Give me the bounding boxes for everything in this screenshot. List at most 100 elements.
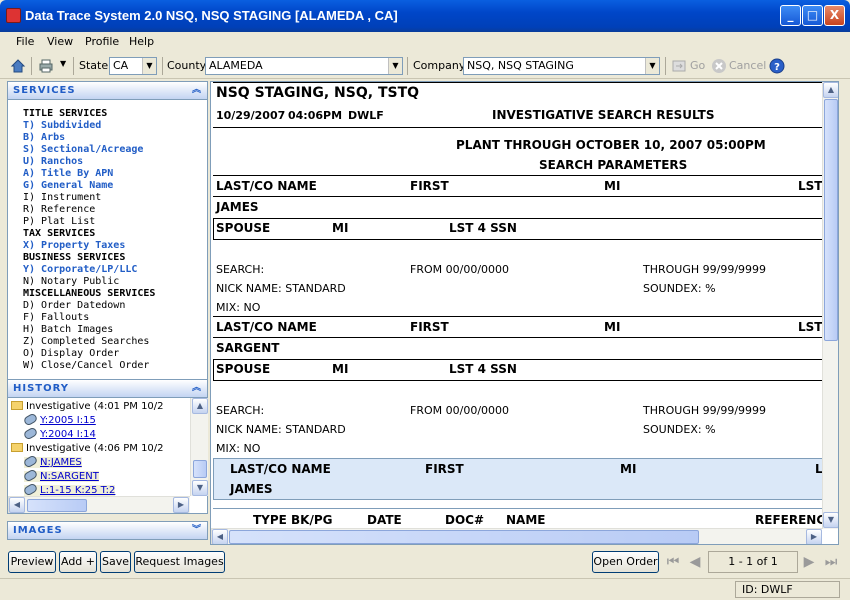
save-button[interactable]: Save: [100, 551, 131, 573]
preview-button[interactable]: Preview: [8, 551, 56, 573]
state-select[interactable]: CA ▼: [109, 57, 157, 75]
chevron-down-icon[interactable]: ▼: [388, 58, 402, 74]
service-item[interactable]: A) Title By APN: [23, 168, 113, 180]
link-icon: [22, 454, 39, 469]
prev-page-icon[interactable]: ◀: [686, 553, 704, 571]
add-button[interactable]: Add +: [59, 551, 97, 573]
service-item[interactable]: S) Sectional/Acreage: [23, 144, 143, 156]
history-hscrollbar[interactable]: ◀ ▶: [8, 496, 190, 513]
print-dropdown-icon[interactable]: ▼: [60, 59, 66, 68]
history-link[interactable]: Y:2005 I:15: [22, 412, 96, 427]
svg-text:?: ?: [774, 62, 780, 73]
scroll-right-icon[interactable]: ▶: [806, 529, 822, 544]
col-last-name: LAST/CO NAME: [216, 179, 317, 193]
collapse-icon[interactable]: ︽: [192, 380, 202, 397]
result-group-header[interactable]: LAST/CO NAME FIRST MI L JAMES: [213, 458, 823, 500]
window-title: Data Trace System 2.0 NSQ, NSQ STAGING […: [25, 8, 398, 23]
help-icon[interactable]: ?: [769, 58, 785, 74]
service-item[interactable]: O) Display Order: [23, 348, 119, 360]
history-folder[interactable]: Investigative (4:01 PM 10/2: [11, 401, 164, 412]
history-tree: Investigative (4:01 PM 10/2 Y:2005 I:15 Y:…: [7, 398, 208, 514]
service-item[interactable]: G) General Name: [23, 180, 113, 192]
scroll-up-icon[interactable]: ▲: [823, 82, 838, 98]
last-page-icon[interactable]: ⏭: [822, 553, 840, 571]
divider: [213, 359, 823, 360]
scroll-left-icon[interactable]: ◀: [9, 497, 25, 513]
expand-icon[interactable]: ︾: [192, 522, 202, 539]
col-lst: LST: [798, 320, 823, 334]
images-header[interactable]: IMAGES ︾: [7, 521, 208, 540]
scroll-right-icon[interactable]: ▶: [173, 497, 189, 513]
close-button[interactable]: X: [824, 5, 845, 26]
history-link[interactable]: Y:2004 I:14: [22, 426, 96, 441]
collapse-icon[interactable]: ︽: [192, 82, 202, 99]
county-select[interactable]: ALAMEDA ▼: [205, 57, 403, 75]
title-bar[interactable]: Data Trace System 2.0 NSQ, NSQ STAGING […: [0, 0, 850, 32]
chevron-down-icon[interactable]: ▼: [142, 58, 156, 74]
open-order-button[interactable]: Open Order: [592, 551, 659, 573]
history-vscrollbar[interactable]: ▲ ▼: [190, 398, 208, 496]
scroll-thumb[interactable]: [27, 499, 87, 512]
service-item[interactable]: Y) Corporate/LP/LLC: [23, 264, 137, 276]
chevron-down-icon[interactable]: ▼: [645, 58, 659, 74]
service-item[interactable]: T) Subdivided: [23, 120, 101, 132]
report-vscrollbar[interactable]: ▲ ▼: [822, 82, 838, 529]
scroll-down-icon[interactable]: ▼: [823, 512, 838, 528]
col-spouse-mi: MI: [332, 221, 349, 235]
company-select[interactable]: NSQ, NSQ STAGING ▼: [463, 57, 660, 75]
scroll-thumb[interactable]: [193, 460, 207, 478]
history-header[interactable]: HISTORY ︽: [7, 379, 208, 398]
service-item[interactable]: D) Order Datedown: [23, 300, 125, 312]
page-indicator: 1 - 1 of 1: [708, 551, 798, 573]
divider: [213, 218, 823, 219]
service-item[interactable]: B) Arbs: [23, 132, 65, 144]
nick-name: NICK NAME: STANDARD: [216, 282, 346, 295]
scroll-thumb[interactable]: [229, 530, 699, 544]
service-item[interactable]: I) Instrument: [23, 192, 101, 204]
col-reference: REFERENC: [755, 513, 826, 527]
menu-help[interactable]: Help: [129, 35, 154, 48]
menu-profile[interactable]: Profile: [85, 35, 119, 48]
history-link[interactable]: L:1-15 K:25 T:2: [22, 482, 116, 497]
print-icon[interactable]: [38, 58, 54, 74]
next-page-icon[interactable]: ▶: [800, 553, 818, 571]
col-lst: LST: [798, 179, 823, 193]
scroll-left-icon[interactable]: ◀: [212, 529, 228, 544]
cancel-button[interactable]: Cancel: [729, 59, 766, 72]
service-item[interactable]: U) Ranchos: [23, 156, 83, 168]
col-bkpg: BK/PG: [291, 513, 333, 527]
service-item[interactable]: Z) Completed Searches: [23, 336, 149, 348]
service-item[interactable]: P) Plat List: [23, 216, 95, 228]
service-item[interactable]: F) Fallouts: [23, 312, 89, 324]
divider: [213, 239, 823, 240]
service-item[interactable]: H) Batch Images: [23, 324, 113, 336]
services-header[interactable]: SERVICES ︽: [7, 81, 208, 100]
go-button[interactable]: Go: [690, 59, 705, 72]
col-name: NAME: [506, 513, 546, 527]
menu-file[interactable]: File: [16, 35, 34, 48]
history-link[interactable]: N:JAMES: [22, 454, 82, 469]
first-page-icon[interactable]: ⏮: [664, 553, 682, 571]
request-images-button[interactable]: Request Images: [134, 551, 225, 573]
search-parameters-title: SEARCH PARAMETERS: [539, 158, 688, 172]
scroll-up-icon[interactable]: ▲: [192, 398, 208, 414]
toolbar-separator: [407, 57, 408, 75]
service-item[interactable]: R) Reference: [23, 204, 95, 216]
col-spouse-mi: MI: [332, 362, 349, 376]
service-item[interactable]: W) Close/Cancel Order: [23, 360, 149, 372]
report-hscrollbar[interactable]: ◀ ▶: [211, 528, 822, 544]
history-link[interactable]: N:SARGENT: [22, 468, 99, 483]
left-pane: SERVICES ︽ TITLE SERVICES T) Subdivided B) …: [7, 81, 208, 544]
service-item[interactable]: X) Property Taxes: [23, 240, 125, 252]
service-item[interactable]: N) Notary Public: [23, 276, 119, 288]
maximize-button[interactable]: □: [802, 5, 823, 26]
minimize-button[interactable]: _: [780, 5, 801, 26]
home-icon[interactable]: [10, 58, 26, 74]
col-doc: DOC#: [445, 513, 485, 527]
history-folder[interactable]: Investigative (4:06 PM 10/2: [11, 443, 164, 454]
col-type: TYPE: [253, 513, 287, 527]
scroll-down-icon[interactable]: ▼: [192, 480, 208, 496]
menu-view[interactable]: View: [47, 35, 73, 48]
scroll-thumb[interactable]: [824, 99, 838, 341]
history-text: N:JAMES: [40, 457, 82, 468]
